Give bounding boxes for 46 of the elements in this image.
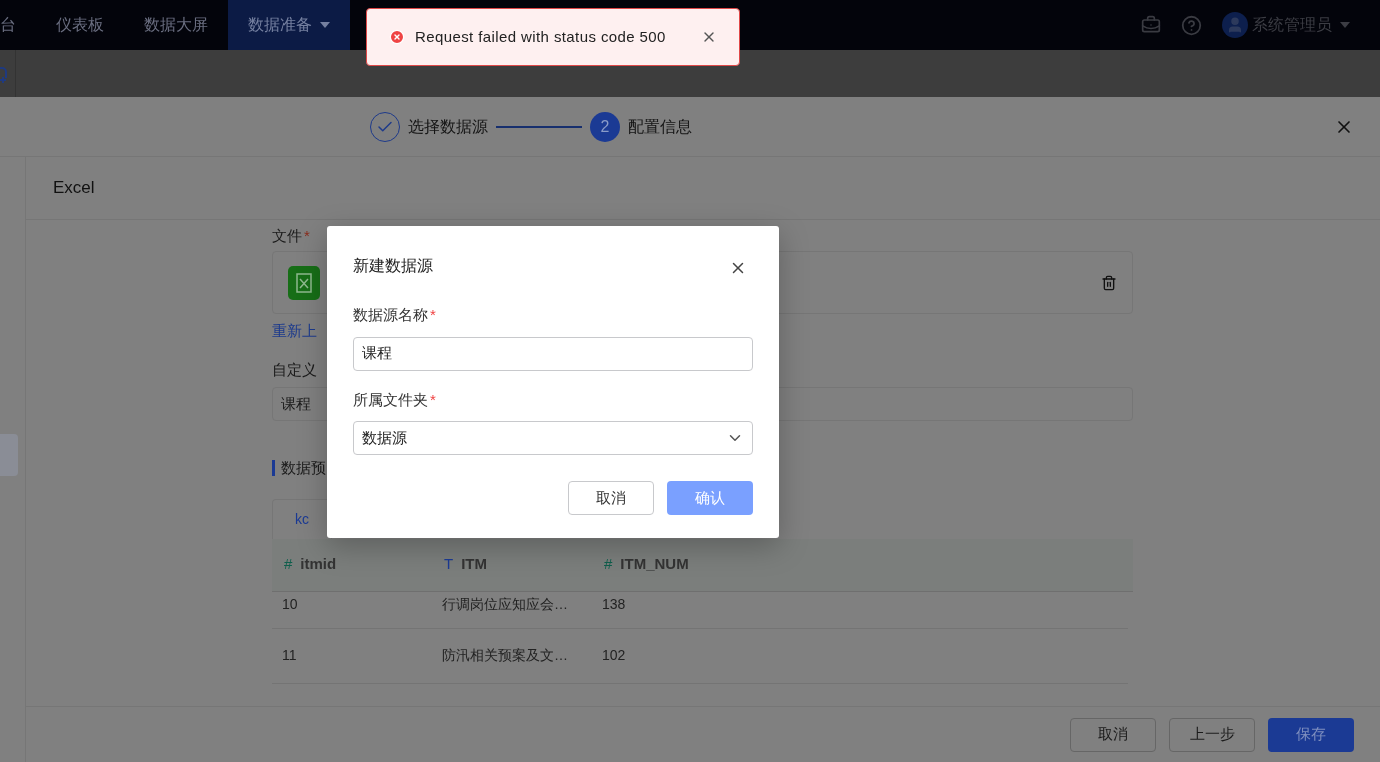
help-icon[interactable] <box>1181 14 1202 36</box>
table-cell-text: 10 <box>281 594 299 614</box>
field-label: 所属文件夹 <box>353 389 428 410</box>
nav-tab[interactable]: 数据大屏 <box>124 0 228 50</box>
error-icon <box>389 29 405 45</box>
footer-button[interactable]: 上一步 <box>1169 717 1255 752</box>
avatar-icon[interactable] <box>1222 12 1248 38</box>
nav-tab[interactable]: 仪表板 <box>36 0 124 50</box>
field-label: 自定义 <box>272 359 318 380</box>
folder-select[interactable]: 数据源 <box>353 421 753 455</box>
column-header: ITM <box>461 554 487 575</box>
caret-icon <box>320 22 330 28</box>
required-mark: * <box>304 225 310 246</box>
step-label: 选择数据源 <box>408 116 488 137</box>
column-header: ITM_NUM <box>620 554 689 575</box>
delete-icon[interactable] <box>1101 274 1117 291</box>
field-label: 文件 <box>272 225 302 246</box>
table-cell-text: 行调岗位应知应会… <box>441 594 569 614</box>
table-cell-text: 138 <box>601 594 627 614</box>
footer-button[interactable]: 取消 <box>1070 717 1156 752</box>
cancel-button[interactable]: 取消 <box>568 481 654 515</box>
toolbox-icon[interactable] <box>1141 15 1161 35</box>
nav-tab[interactable]: 数据准备 <box>228 0 350 50</box>
table-cell-text: 防汛相关预案及文… <box>441 646 569 665</box>
caret-icon <box>1340 22 1350 28</box>
error-message: Request failed with status code 500 <box>415 26 666 47</box>
dialog-title: 新建数据源 <box>353 256 433 276</box>
step-label: 配置信息 <box>628 116 692 137</box>
required-mark: * <box>430 389 436 410</box>
section-accent-bar <box>272 460 275 477</box>
step-number: 2 <box>590 111 620 142</box>
table-cell-text: 11 <box>281 646 298 665</box>
column-header: itmid <box>300 554 337 575</box>
confirm-button[interactable]: 确认 <box>667 481 753 515</box>
required-mark: * <box>430 305 436 325</box>
table-cell-text: 102 <box>601 646 627 665</box>
section-title: Excel <box>53 177 95 200</box>
excel-file-icon <box>288 265 320 300</box>
name-input[interactable]: 课程 <box>353 336 753 371</box>
type-mark: # <box>604 554 613 575</box>
section-title: 数据预 <box>281 458 326 478</box>
type-mark: T <box>444 554 454 575</box>
footer-button[interactable]: 保存 <box>1268 717 1354 752</box>
field-label: 数据源名称 <box>353 305 428 325</box>
nav-tab[interactable]: 台 <box>0 0 36 50</box>
type-mark: # <box>284 554 293 575</box>
